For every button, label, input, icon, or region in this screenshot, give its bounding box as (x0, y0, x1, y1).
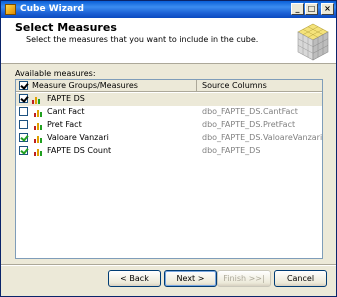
cube-wizard-window: Cube Wizard _ □ × Select Measures Select… (0, 0, 337, 297)
source-column: dbo_FAPTE_DS.ValoareVanzari (202, 133, 323, 142)
page-title: Select Measures (15, 21, 117, 34)
measures-grid: Measure Groups/Measures Source Columns F… (15, 79, 323, 259)
bar-chart-icon (34, 122, 44, 130)
measure-row[interactable]: Cant Fact dbo_FAPTE_DS.CantFact (16, 106, 322, 119)
measure-checkbox[interactable] (19, 107, 28, 116)
measure-label: Pret Fact (47, 120, 82, 129)
button-separator (1, 264, 336, 266)
bar-chart-icon (34, 109, 44, 117)
title-bar[interactable]: Cube Wizard _ □ × (1, 1, 336, 18)
available-measures-label: Available measures: (15, 69, 96, 78)
wizard-header: Select Measures Select the measures that… (1, 18, 336, 64)
source-column: dbo_FAPTE_DS.PretFact (202, 120, 296, 129)
next-button[interactable]: Next > (164, 270, 217, 287)
source-column: dbo_FAPTE_DS.CantFact (202, 107, 298, 116)
measure-group-row[interactable]: FAPTE DS (16, 93, 322, 106)
app-icon (5, 4, 16, 15)
source-column: dbo_FAPTE_DS (202, 146, 261, 155)
column-header-source[interactable]: Source Columns (202, 81, 267, 90)
window-title: Cube Wizard (20, 4, 84, 14)
cancel-button[interactable]: Cancel (274, 270, 327, 287)
close-button[interactable]: × (321, 3, 334, 15)
bar-chart-icon (32, 96, 42, 104)
column-divider[interactable] (196, 80, 197, 92)
bar-chart-icon (34, 148, 44, 156)
minimize-button[interactable]: _ (291, 3, 304, 15)
finish-button[interactable]: Finish >>| (217, 270, 271, 287)
measure-checkbox[interactable] (19, 146, 28, 155)
measure-checkbox[interactable] (19, 120, 28, 129)
measure-row[interactable]: Pret Fact dbo_FAPTE_DS.PretFact (16, 119, 322, 132)
page-subtitle: Select the measures that you want to inc… (26, 35, 259, 44)
measure-row[interactable]: Valoare Vanzari dbo_FAPTE_DS.ValoareVanza… (16, 132, 322, 145)
grid-header: Measure Groups/Measures Source Columns (16, 80, 322, 92)
measure-checkbox[interactable] (19, 94, 28, 103)
measure-label: FAPTE DS Count (47, 146, 112, 155)
maximize-button[interactable]: □ (305, 3, 318, 15)
cube-icon (297, 23, 329, 61)
measure-label: Valoare Vanzari (47, 133, 109, 142)
measure-checkbox[interactable] (19, 133, 28, 142)
bar-chart-icon (34, 135, 44, 143)
select-all-checkbox[interactable] (19, 81, 28, 90)
measure-label: Cant Fact (47, 107, 85, 116)
measure-row[interactable]: FAPTE DS Count dbo_FAPTE_DS (16, 145, 322, 158)
back-button[interactable]: < Back (108, 270, 161, 287)
column-header-measures[interactable]: Measure Groups/Measures (32, 81, 138, 90)
measure-label: FAPTE DS (47, 94, 85, 103)
